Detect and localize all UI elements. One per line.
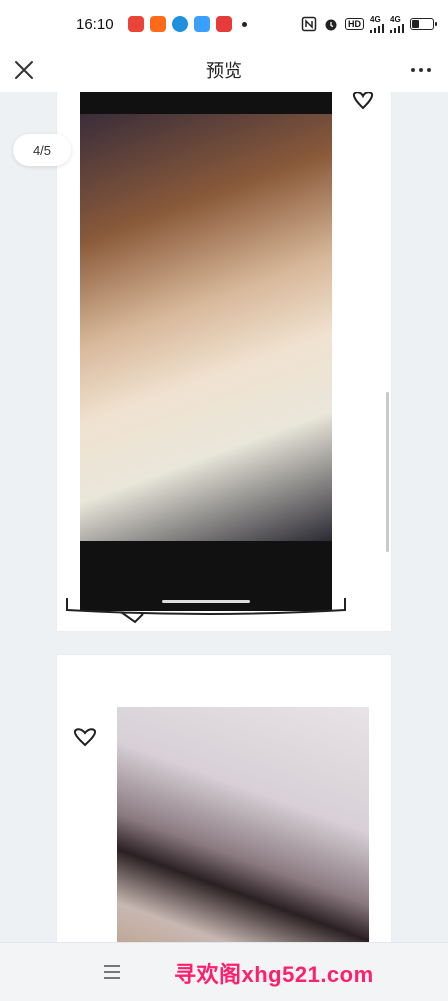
speech-bubble-doodle: [66, 598, 346, 624]
more-options-icon[interactable]: [406, 56, 436, 84]
top-nav-bar: 预览: [0, 48, 448, 92]
close-icon[interactable]: [10, 56, 38, 84]
qq-browser-icon: [193, 16, 210, 32]
wps-app-icon: [215, 16, 232, 32]
status-bar: 16:10 HD 4G 4G: [0, 0, 448, 48]
site-watermark: 寻欢阁xhg521.com: [174, 962, 374, 987]
document-preview[interactable]: [0, 92, 448, 942]
page-photo: [80, 92, 332, 611]
status-time: 16:10: [76, 15, 114, 33]
page-photo-2: [117, 707, 369, 942]
document-page-5: [57, 655, 391, 942]
bottom-bar: 寻欢阁xhg521.com: [0, 942, 448, 1001]
heart-doodle-icon-2: [73, 728, 97, 747]
taobao-app-icon: [149, 16, 166, 32]
heart-doodle-icon: [352, 92, 374, 110]
signal-icon-2: 4G: [390, 14, 404, 33]
page-title: 预览: [206, 61, 242, 81]
notification-dot-icon: [241, 21, 247, 27]
hd-voice-icon: HD: [345, 18, 364, 30]
preview-scrollbar[interactable]: [386, 392, 389, 552]
battery-icon: [410, 18, 437, 30]
status-right-icons: HD 4G 4G: [301, 14, 437, 33]
menu-icon[interactable]: [104, 965, 120, 979]
network-label-1: 4G: [370, 14, 381, 24]
network-label-2: 4G: [390, 14, 401, 24]
document-page-4: [57, 92, 391, 631]
signal-icon-1: 4G: [370, 14, 384, 33]
edge-browser-icon: [171, 16, 188, 32]
alarm-icon: [325, 19, 337, 31]
page-indicator: 4/5: [13, 134, 71, 166]
toutiao-app-icon: [127, 16, 144, 32]
nfc-icon: [301, 16, 317, 32]
photo-image: [80, 114, 332, 541]
